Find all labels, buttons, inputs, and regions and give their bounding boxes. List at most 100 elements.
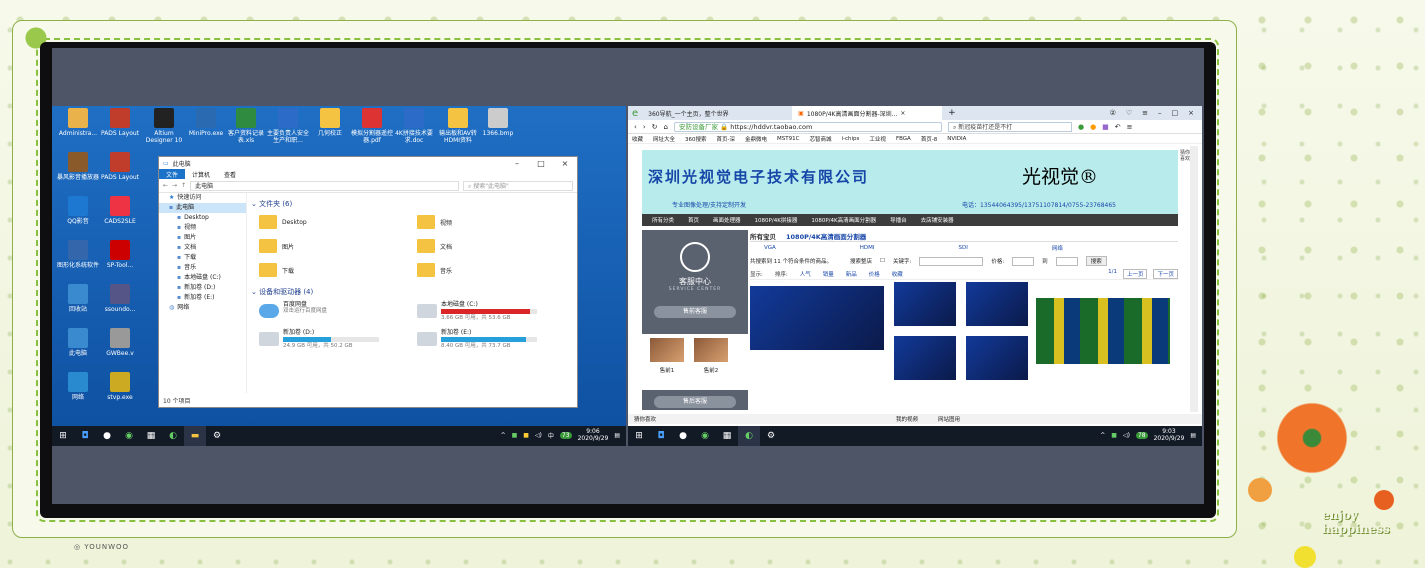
forward-arrow-icon[interactable]: → — [172, 182, 177, 189]
shop-nav-item[interactable]: 首页 — [688, 216, 699, 224]
nav-item[interactable]: ▪ 下载 — [159, 253, 246, 263]
desktop-icon[interactable]: 客户资料记录表.xls — [224, 108, 268, 144]
sort-option[interactable]: 新品 — [846, 270, 857, 278]
product-image[interactable] — [966, 336, 1028, 380]
bookmark-item[interactable]: 芯智商城 — [809, 135, 831, 143]
qq-icon[interactable]: ● — [672, 426, 694, 446]
desktop-icon[interactable]: 输出板和AV转HDMI资料 — [436, 108, 480, 144]
shop-nav-item[interactable]: 去店铺安装器 — [921, 216, 954, 224]
presale-1[interactable]: 售前1 — [650, 338, 684, 386]
calculator-icon[interactable]: ▦ — [140, 426, 162, 446]
desktop-icon[interactable]: 1366.bmp — [476, 108, 520, 137]
bookmark-item[interactable]: NVIDIA — [947, 136, 966, 142]
tray-badge[interactable]: 73 — [559, 431, 572, 439]
tab-count-icon[interactable]: ② — [1110, 109, 1116, 117]
folder-item[interactable]: Desktop — [259, 213, 417, 231]
nav-item[interactable]: ▪ 音乐 — [159, 263, 246, 273]
back-arrow-icon[interactable]: ‹ — [634, 123, 637, 131]
sort-option[interactable]: 价格 — [869, 270, 880, 278]
tray-app-icon[interactable]: ■ — [523, 432, 529, 439]
right-clock[interactable]: 9:03 2020/9/29 — [1154, 428, 1185, 442]
product-image[interactable] — [966, 282, 1028, 326]
maximize-icon[interactable]: □ — [1172, 109, 1179, 117]
tray-volume-icon[interactable]: ◁) — [535, 432, 542, 439]
product-image[interactable] — [894, 336, 956, 380]
sort-option[interactable]: 销量 — [823, 270, 834, 278]
status-item[interactable]: 网站图用 — [938, 415, 960, 423]
nav-item[interactable]: ▪ 此电脑 — [159, 203, 246, 213]
extension-icon[interactable]: ■ — [1102, 123, 1109, 131]
nav-item[interactable]: ▪ 图片 — [159, 233, 246, 243]
windows-start-icon[interactable]: ⊞ — [52, 426, 74, 446]
forward-arrow-icon[interactable]: › — [643, 123, 646, 131]
tray-volume-icon[interactable]: ◁) — [1123, 432, 1130, 439]
file-explorer-window[interactable]: ▭ 此电脑 – □ × 文件 计算机 查看 ← → ↑ 此电脑 ⌕ 搜索"此电脑… — [158, 156, 578, 408]
up-arrow-icon[interactable]: ↑ — [181, 182, 186, 189]
folder-item[interactable]: 音乐 — [417, 261, 575, 279]
folder-item[interactable]: 文档 — [417, 237, 575, 255]
bookmark-item[interactable]: 金鼎微电 — [745, 135, 767, 143]
nav-item[interactable]: ◍ 网络 — [159, 303, 246, 313]
sort-option[interactable]: 收藏 — [892, 270, 903, 278]
bookmark-item[interactable]: 工业视 — [869, 135, 886, 143]
status-item[interactable]: 猜你喜欢 — [634, 415, 656, 423]
price-max-input[interactable] — [1055, 256, 1078, 266]
subcategory-link[interactable]: SDI — [959, 245, 968, 251]
nav-item[interactable]: ▪ 新加卷 (E:) — [159, 293, 246, 303]
shop-nav-item[interactable]: 1080P/4K高清画面分割器 — [811, 216, 876, 224]
nav-item[interactable]: ▪ 新加卷 (D:) — [159, 283, 246, 293]
crumb-all[interactable]: 所有宝贝 — [750, 231, 776, 241]
minimize-icon[interactable]: – — [505, 159, 529, 168]
desktop-icon[interactable]: ssoundo... — [98, 284, 142, 313]
checkbox-icon[interactable]: ☐ — [880, 258, 885, 264]
home-icon[interactable]: ⌂ — [664, 123, 668, 131]
shield-icon[interactable]: ◘ — [650, 426, 672, 446]
settings-gear-icon[interactable]: ⚙ — [760, 426, 782, 446]
presale-2[interactable]: 售前2 — [694, 338, 728, 386]
page-button[interactable]: 下一页 — [1153, 268, 1178, 279]
bookmark-item[interactable]: 收藏 — [632, 135, 643, 143]
tray-chevron-icon[interactable]: ^ — [501, 432, 506, 439]
windows-start-icon[interactable]: ⊞ — [628, 426, 650, 446]
desktop-icon[interactable]: 4K拼接技术要求.doc — [392, 108, 436, 144]
desktop-icon[interactable]: 模拟分割器遥控器.pdf — [350, 108, 394, 144]
desktop-icon[interactable]: 回收站 — [56, 284, 100, 313]
bookmark-item[interactable]: i-chips — [842, 136, 860, 142]
url-input[interactable]: 安防设备厂家 🔒 https://hddvr.taobao.com — [673, 121, 942, 132]
folder-item[interactable]: 视频 — [417, 213, 575, 231]
search-button[interactable]: 搜索 — [1085, 256, 1107, 266]
drive-item[interactable]: 新加卷 (D:) 24.9 GB 可用，共 50.2 GB — [259, 329, 417, 351]
subcategory-link[interactable]: 网络 — [1052, 244, 1063, 252]
left-clock[interactable]: 9:06 2020/9/29 — [578, 428, 609, 442]
desktop-icon[interactable]: 几何校正 — [308, 108, 352, 137]
skin-icon[interactable]: ♡ — [1126, 109, 1132, 117]
drive-item[interactable]: 新加卷 (E:) 8.40 GB 可用，共 73.7 GB — [417, 329, 575, 351]
page-button[interactable]: 上一页 — [1122, 268, 1148, 279]
tray-app-icon[interactable]: ■ — [1111, 432, 1117, 439]
desktop-icon[interactable]: CADS2SLE — [98, 196, 142, 225]
shop-nav-item[interactable]: 1080P/4K拼接器 — [755, 216, 798, 224]
tray-chevron-icon[interactable]: ^ — [1100, 432, 1105, 439]
desktop-icon[interactable]: QQ影音 — [56, 196, 100, 225]
nav-item[interactable]: ▪ 本地磁盘 (C:) — [159, 273, 246, 283]
file-explorer-icon[interactable]: ▬ — [184, 426, 206, 446]
desktop-icon[interactable]: 网络 — [56, 372, 100, 401]
bookmark-item[interactable]: FBGA — [896, 136, 911, 142]
desktop-icon[interactable]: GWBee.v — [98, 328, 142, 357]
back-arrow-icon[interactable]: ← — [163, 182, 168, 189]
notification-icon[interactable]: ▤ — [614, 432, 620, 439]
qq-icon[interactable]: ● — [96, 426, 118, 446]
ribbon-tab-file[interactable]: 文件 — [159, 169, 186, 179]
desktop-icon[interactable]: PADS Layout — [98, 152, 142, 181]
refresh-icon[interactable]: ↻ — [652, 123, 658, 131]
desktop-icon[interactable]: 暴风影音播放器 — [56, 152, 100, 181]
new-tab-icon[interactable]: + — [942, 108, 962, 118]
product-image[interactable] — [750, 286, 884, 350]
subcategory-link[interactable]: HDMI — [860, 245, 875, 251]
bookmark-item[interactable]: 首页-深 — [717, 135, 736, 143]
browser-icon[interactable]: ◐ — [162, 426, 184, 446]
desktop-icon[interactable]: Administra... — [56, 108, 100, 137]
close-icon[interactable]: × — [1188, 109, 1194, 117]
extension-icon[interactable]: ● — [1090, 123, 1096, 131]
shield-icon[interactable]: ◘ — [74, 426, 96, 446]
